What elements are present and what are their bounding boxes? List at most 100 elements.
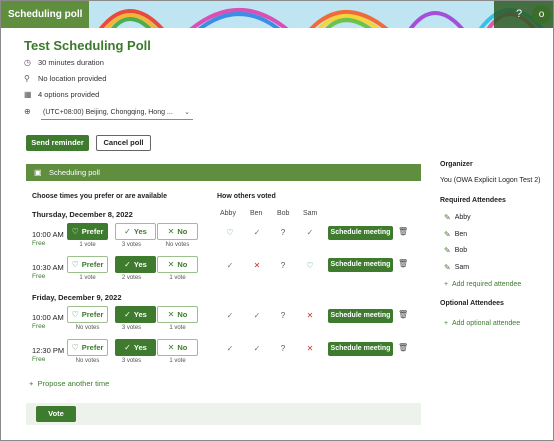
heart-icon: ♡ (71, 260, 79, 269)
optional-attendees-heading: Optional Attendees (440, 300, 504, 307)
slot-time: 12:30 PM (32, 346, 65, 355)
chevron-down-icon: ⌄ (184, 109, 190, 116)
schedule-meeting-button[interactable]: Schedule meeting (328, 309, 393, 323)
add-required-attendee-link[interactable]: + Add required attendee (444, 281, 521, 288)
pencil-icon[interactable]: ✎ (444, 246, 451, 255)
yes-button[interactable]: ✓ Yes (115, 256, 156, 273)
slot-time: 10:30 AM (32, 263, 64, 272)
yes-count: 3 votes (121, 325, 142, 331)
yes-button[interactable]: ✓ Yes (115, 339, 156, 356)
question-icon: ? (280, 311, 286, 320)
no-label: No (177, 227, 188, 236)
yes-button[interactable]: ✓ Yes (115, 306, 156, 323)
pencil-icon[interactable]: ✎ (444, 230, 451, 239)
no-count: No votes (165, 242, 190, 248)
check-icon: ✓ (253, 344, 261, 353)
yes-button[interactable]: ✓ Yes (115, 223, 156, 240)
organizer-heading: Organizer (440, 161, 473, 168)
prefer-label: Prefer (81, 227, 104, 236)
poll-title: Test Scheduling Poll (24, 38, 151, 53)
section-title: Scheduling poll (49, 168, 100, 177)
cross-icon: ✕ (306, 311, 314, 320)
schedule-meeting-button[interactable]: Schedule meeting (328, 342, 393, 356)
attendee-name: Sam (454, 264, 470, 271)
day-header: Friday, December 9, 2022 (32, 293, 122, 302)
heart-icon: ♡ (226, 228, 234, 237)
heart-icon: ♡ (71, 227, 79, 236)
help-button[interactable]: ? (510, 5, 528, 23)
free-label: Free (32, 356, 46, 363)
scheduling-poll-window: Scheduling poll ? o Test Scheduling Poll (0, 0, 554, 441)
prefer-button[interactable]: ♡ Prefer (67, 256, 108, 273)
attendee-item: ✎ Bob (444, 246, 467, 255)
yes-label: Yes (133, 343, 147, 352)
schedule-meeting-button[interactable]: Schedule meeting (328, 226, 393, 240)
question-icon: ? (280, 261, 286, 270)
header-bar: Scheduling poll ? o (1, 1, 553, 28)
heart-icon: ♡ (71, 310, 79, 319)
duration-row: ◷ 30 minutes duration (24, 56, 104, 68)
heart-icon: ♡ (71, 343, 79, 352)
trash-icon[interactable]: 🗑 (398, 259, 408, 268)
clock-icon: ◷ (24, 57, 31, 67)
trash-icon[interactable]: 🗑 (398, 310, 408, 319)
rainbow-banner-image (89, 1, 553, 28)
check-icon: ✓ (306, 228, 314, 237)
no-button[interactable]: ✕ No (157, 256, 198, 273)
pencil-icon[interactable]: ✎ (444, 213, 451, 222)
no-count: 1 vote (169, 325, 186, 331)
no-label: No (177, 260, 188, 269)
trash-icon[interactable]: 🗑 (398, 227, 408, 236)
no-count: 1 vote (169, 358, 186, 364)
prefer-count: 1 vote (79, 275, 96, 281)
no-button[interactable]: ✕ No (157, 306, 198, 323)
user-avatar[interactable]: o (532, 5, 551, 24)
attendee-name: Bob (454, 247, 468, 254)
options-text: 4 options provided (38, 89, 100, 99)
heart-icon: ♡ (306, 261, 314, 270)
globe-icon: ⊕ (24, 107, 31, 116)
no-button[interactable]: ✕ No (157, 339, 198, 356)
timezone-dropdown[interactable]: (UTC+08:00) Beijing, Chongqing, Hong ...… (41, 107, 193, 120)
location-row: ⚲ No location provided (24, 72, 106, 84)
slot-time: 10:00 AM (32, 313, 64, 322)
yes-count: 3 votes (121, 358, 142, 364)
schedule-meeting-button[interactable]: Schedule meeting (328, 258, 393, 272)
vote-button[interactable]: Vote (36, 406, 76, 422)
add-optional-attendee-link[interactable]: + Add optional attendee (444, 320, 520, 327)
attendee-item: ✎ Sam (444, 263, 469, 272)
pencil-icon[interactable]: ✎ (444, 263, 451, 272)
propose-another-time-link[interactable]: + Propose another time (29, 379, 109, 388)
prefer-button[interactable]: ♡ Prefer (67, 306, 108, 323)
voter-name: Abby (220, 210, 236, 217)
yes-count: 2 votes (121, 275, 142, 281)
no-label: No (177, 310, 188, 319)
free-label: Free (32, 240, 46, 247)
timezone-value: (UTC+08:00) Beijing, Chongqing, Hong ... (43, 109, 173, 116)
prefer-button[interactable]: ♡ Prefer (67, 339, 108, 356)
cancel-poll-button[interactable]: Cancel poll (96, 135, 151, 151)
attendee-name: Abby (454, 214, 471, 221)
check-icon: ✓ (253, 311, 261, 320)
cross-icon: ✕ (167, 343, 175, 352)
trash-icon[interactable]: 🗑 (398, 343, 408, 352)
location-pin-icon: ⚲ (24, 73, 30, 83)
voter-name: Bob (277, 210, 290, 217)
location-text: No location provided (38, 73, 107, 83)
poll-icon: ▣ (34, 168, 42, 177)
yes-label: Yes (133, 310, 147, 319)
organizer-name: You (OWA Explicit Logon Test 2) (440, 177, 541, 184)
day-header: Thursday, December 8, 2022 (32, 210, 133, 219)
cross-icon: ✕ (167, 260, 175, 269)
check-icon: ✓ (226, 311, 234, 320)
yes-count: 3 votes (121, 242, 142, 248)
choose-times-header: Choose times you prefer or are available (32, 193, 167, 200)
prefer-label: Prefer (81, 260, 104, 269)
no-button[interactable]: ✕ No (157, 223, 198, 240)
app-title: Scheduling poll (1, 1, 89, 28)
prefer-button[interactable]: ♡ Prefer (67, 223, 108, 240)
send-reminder-button[interactable]: Send reminder (26, 135, 89, 151)
attendee-item: ✎ Abby (444, 213, 471, 222)
voter-name: Ben (250, 210, 263, 217)
scheduling-poll-section-header: ▣ Scheduling poll (26, 164, 421, 181)
